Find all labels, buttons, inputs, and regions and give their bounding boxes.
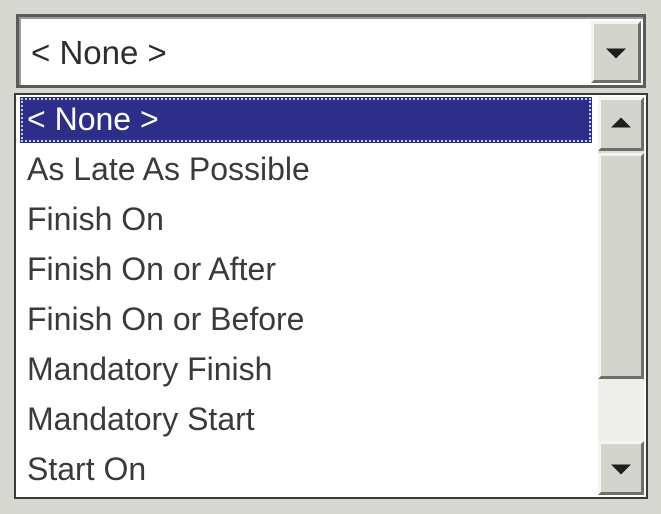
list-item-as-late-as-possible[interactable]: As Late As Possible: [16, 145, 594, 195]
list-item-start-on[interactable]: Start On: [16, 445, 594, 495]
scroll-up-arrow-icon: [611, 117, 631, 128]
scroll-thumb[interactable]: [598, 153, 644, 379]
combobox-dropdown-button[interactable]: [591, 21, 641, 83]
chevron-down-icon: [606, 48, 626, 59]
list-item-finish-on[interactable]: Finish On: [16, 195, 594, 245]
constraint-type-combobox[interactable]: < None >: [16, 14, 646, 88]
scroll-track[interactable]: [598, 379, 644, 441]
list-item-mandatory-finish[interactable]: Mandatory Finish: [16, 345, 594, 395]
scroll-down-arrow-icon: [611, 464, 631, 475]
option-list: < None > As Late As Possible Finish On F…: [16, 97, 594, 495]
list-item-none[interactable]: < None >: [20, 97, 592, 143]
dropdown-list: < None > As Late As Possible Finish On F…: [14, 93, 648, 499]
list-item-finish-on-or-after[interactable]: Finish On or After: [16, 245, 594, 295]
list-item-mandatory-start[interactable]: Mandatory Start: [16, 395, 594, 445]
scroll-up-button[interactable]: [598, 97, 644, 151]
vertical-scrollbar[interactable]: [598, 97, 644, 495]
list-item-finish-on-or-before[interactable]: Finish On or Before: [16, 295, 594, 345]
scroll-down-button[interactable]: [598, 441, 644, 495]
combobox-selected-value: < None >: [31, 34, 167, 71]
